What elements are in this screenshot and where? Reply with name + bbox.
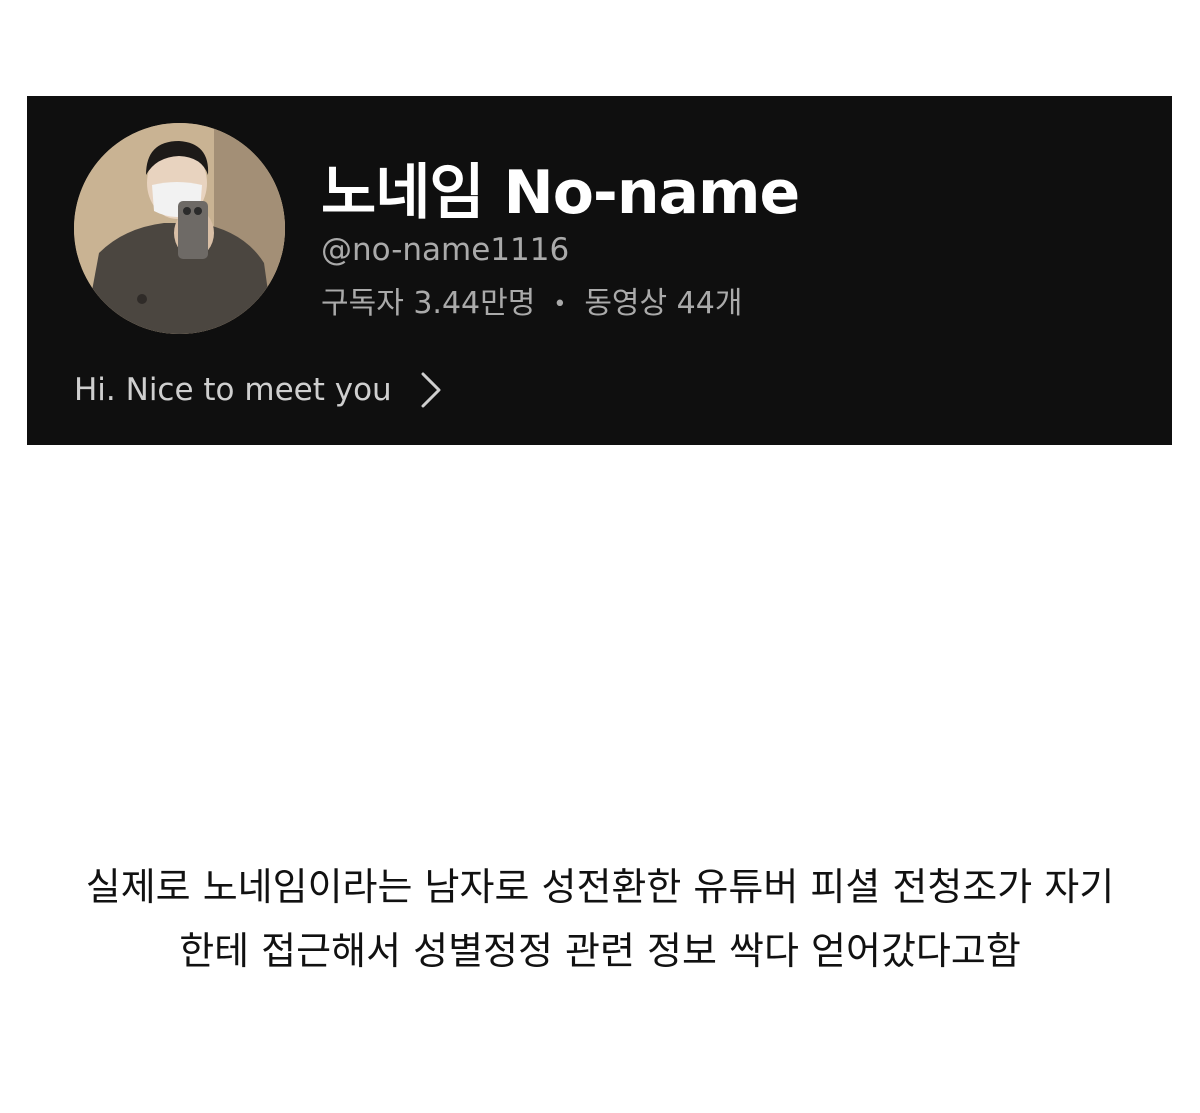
caption-text: 실제로 노네임이라는 남자로 성전환한 유튜버 피셜 전청조가 자기 한테 접근… (0, 855, 1200, 983)
channel-description-link[interactable]: Hi. Nice to meet you (74, 368, 444, 412)
video-count: 동영상 44개 (584, 286, 743, 321)
channel-name: 노네임 No-name (321, 158, 800, 228)
chevron-right-icon (418, 370, 444, 410)
channel-avatar[interactable] (74, 123, 285, 334)
caption-line-2: 한테 접근해서 성별정정 관련 정보 싹다 얻어갔다고함 (179, 929, 1021, 973)
channel-description: Hi. Nice to meet you (74, 372, 392, 408)
stats-separator: • (553, 292, 567, 317)
channel-header: 노네임 No-name @no-name1116 구독자 3.44만명 • 동영상 … (27, 96, 1172, 445)
channel-stats: 구독자 3.44만명 • 동영상 44개 (321, 278, 742, 322)
channel-handle: @no-name1116 (321, 232, 570, 268)
avatar-photo (74, 123, 285, 334)
caption-line-1: 실제로 노네임이라는 남자로 성전환한 유튜버 피셜 전청조가 자기 (85, 865, 1115, 909)
subscriber-count: 구독자 3.44만명 (321, 286, 536, 321)
